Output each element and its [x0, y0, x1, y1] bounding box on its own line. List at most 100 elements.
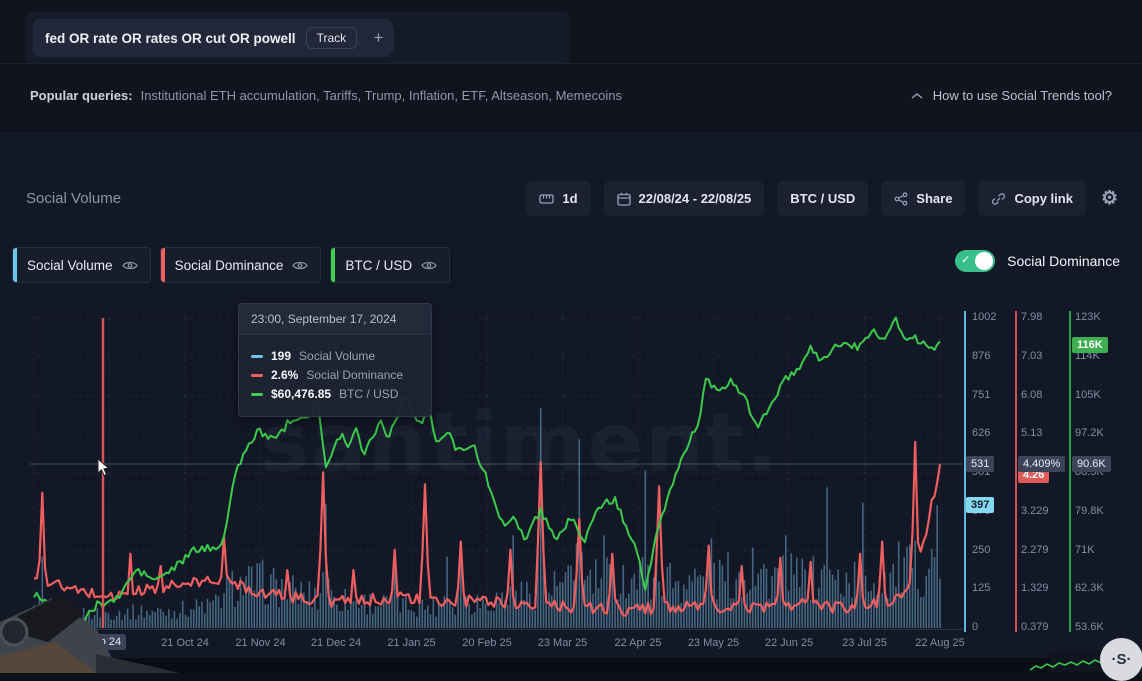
tooltip-value: $60,476.85 [271, 387, 331, 401]
axis-tick: 123K [1075, 311, 1101, 323]
eye-icon[interactable] [122, 260, 138, 271]
tooltip-value: 2.6% [271, 368, 298, 382]
legend-label: Social Volume [27, 258, 113, 273]
chart-toolbar: 1d 22/08/24 - 22/08/25 BTC / USD Share C… [526, 181, 1120, 216]
share-icon [894, 192, 908, 206]
eye-icon[interactable] [421, 260, 437, 271]
axis-tick: 53.6K [1075, 621, 1104, 633]
legend-color-bar [331, 248, 335, 282]
interval-value: 1d [562, 191, 577, 206]
mouse-cursor [97, 458, 111, 477]
x-axis-line [30, 629, 963, 630]
search-query-text: fed OR rate OR rates OR cut OR powell [45, 31, 296, 46]
axis-tick: 105K [1075, 389, 1101, 401]
axis-tick: 0 [972, 621, 978, 633]
axis-tick: 97.2K [1075, 427, 1104, 439]
x-axis-label: 23 Jul 25 [842, 637, 887, 649]
tooltip-value: 199 [271, 349, 291, 363]
popular-queries-list[interactable]: Institutional ETH accumulation, Tariffs,… [141, 88, 622, 103]
axis-tick: 7.98 [1021, 311, 1042, 323]
legend-label: Social Dominance [175, 258, 284, 273]
legend-chip-social-dominance[interactable]: Social Dominance [160, 247, 322, 283]
tooltip-label: Social Dominance [306, 368, 403, 382]
last-volume-badge: 397 [966, 497, 994, 513]
eye-icon[interactable] [292, 260, 308, 271]
axis-tick: 250 [972, 544, 990, 556]
tooltip-label: BTC / USD [339, 387, 398, 401]
x-axis-label: 21 Dec 24 [311, 637, 361, 649]
interval-button[interactable]: 1d [526, 181, 590, 216]
bottom-strip [0, 658, 1142, 673]
toggle-label: Social Dominance [1007, 253, 1120, 269]
share-button[interactable]: Share [881, 181, 965, 216]
axis-tick: 5.13 [1021, 427, 1042, 439]
legend-chip-btc-usd[interactable]: BTC / USD [330, 247, 450, 283]
date-range-button[interactable]: 22/08/24 - 22/08/25 [604, 181, 765, 216]
series-dash-icon [251, 393, 263, 396]
series-dash-icon [251, 374, 263, 377]
axis-tick: 876 [972, 350, 990, 362]
date-range-value: 22/08/24 - 22/08/25 [639, 191, 752, 206]
settings-gear-icon[interactable]: ⚙ [1099, 181, 1120, 216]
axis-tick: 71K [1075, 544, 1095, 556]
axis-tick: 62.3K [1075, 582, 1104, 594]
axis-tick: 2.279 [1021, 544, 1049, 556]
copy-link-button[interactable]: Copy link [978, 181, 1086, 216]
social-dominance-toggle[interactable]: ✓ [955, 250, 995, 272]
share-label: Share [916, 191, 952, 206]
help-link-row[interactable]: How to use Social Trends tool? [911, 88, 1112, 103]
add-query-button[interactable]: + [363, 22, 394, 54]
x-axis-label: 20 Feb 25 [462, 637, 512, 649]
crosshair-volume-badge: 531 [966, 456, 994, 472]
x-axis-label: 22 Apr 25 [614, 637, 661, 649]
copy-link-label: Copy link [1014, 191, 1073, 206]
divider [0, 63, 1142, 64]
x-axis-label: 23 Mar 25 [538, 637, 588, 649]
santiment-logo-button[interactable]: ·S· [1100, 638, 1142, 681]
tooltip-row-social-volume: 199 Social Volume [251, 349, 419, 363]
crosshair-dominance-badge: 4.409% [1018, 456, 1065, 472]
x-axis-label: 22 Aug 25 [915, 637, 965, 649]
legend-label: BTC / USD [345, 258, 412, 273]
axis-tick: 0.379 [1021, 621, 1049, 633]
interval-icon [539, 193, 554, 205]
axis-tick: 626 [972, 427, 990, 439]
axis-tick: 1.329 [1021, 582, 1049, 594]
axis-tick: 6.08 [1021, 389, 1042, 401]
tooltip-row-social-dominance: 2.6% Social Dominance [251, 368, 419, 382]
x-axis-label: 23 May 25 [688, 637, 739, 649]
check-icon: ✓ [961, 253, 970, 266]
track-button[interactable]: Track [306, 27, 358, 49]
legend-row: Social Volume Social Dominance BTC / USD [12, 247, 450, 283]
x-axis-label: 21 Nov 24 [235, 637, 285, 649]
crosshair-date-badge: 17 Sep 24 [66, 634, 126, 650]
legend-color-bar [161, 248, 165, 282]
asset-button[interactable]: BTC / USD [777, 181, 868, 216]
axis-tick: 1002 [972, 311, 996, 323]
panel-title: Social Volume [26, 190, 121, 207]
axis-tick: 79.8K [1075, 505, 1104, 517]
chart-tooltip: 23:00, September 17, 2024 199 Social Vol… [238, 303, 432, 417]
tooltip-timestamp: 23:00, September 17, 2024 [239, 304, 431, 335]
dominance-toggle-row: ✓ Social Dominance [955, 250, 1120, 272]
axis-tick: 751 [972, 389, 990, 401]
last-price-badge: 116K [1072, 337, 1108, 353]
axis-tick: 125 [972, 582, 990, 594]
x-axis-label: 22 Jun 25 [765, 637, 813, 649]
help-link[interactable]: How to use Social Trends tool? [933, 88, 1112, 103]
x-axis-label: 21 Aug [17, 637, 51, 649]
calendar-icon [617, 192, 631, 206]
tooltip-label: Social Volume [299, 349, 375, 363]
link-icon [991, 192, 1006, 206]
search-query-pill[interactable]: fed OR rate OR rates OR cut OR powell Tr… [33, 19, 392, 57]
price-axis-line [1069, 311, 1071, 632]
chart-plot-area[interactable] [30, 300, 963, 635]
x-axis-label: 21 Jan 25 [387, 637, 435, 649]
axis-tick: 7.03 [1021, 350, 1042, 362]
toggle-knob [975, 252, 993, 270]
tooltip-row-btc-usd: $60,476.85 BTC / USD [251, 387, 419, 401]
crosshair-price-badge: 90.6K [1072, 456, 1111, 472]
series-dash-icon [251, 355, 263, 358]
legend-chip-social-volume[interactable]: Social Volume [12, 247, 151, 283]
chevron-up-icon [911, 92, 923, 100]
